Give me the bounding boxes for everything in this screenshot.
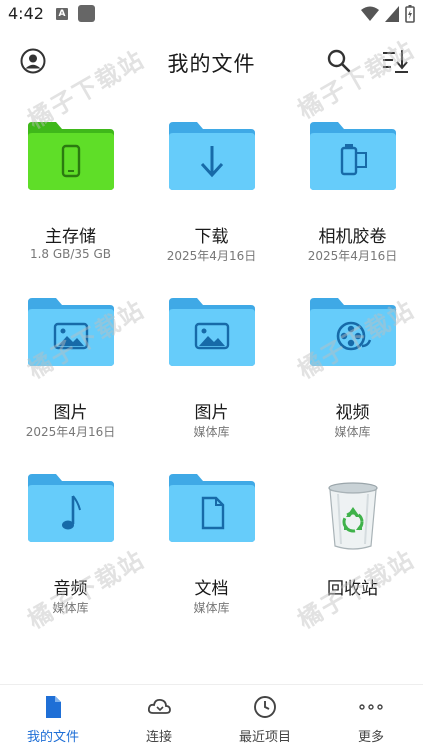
app-bar: 我的文件 bbox=[0, 40, 423, 84]
cloud-icon bbox=[147, 698, 171, 714]
tile-subtitle: 媒体库 bbox=[193, 601, 230, 615]
tile-label: 下载 bbox=[194, 227, 229, 247]
nav-my-files[interactable]: 我的文件 bbox=[0, 685, 106, 752]
video-folder-icon bbox=[310, 298, 396, 366]
tile-subtitle: 2025年4月16日 bbox=[166, 249, 257, 263]
tile-downloads[interactable]: 下载 2025年4月16日 bbox=[141, 120, 282, 280]
tile-label: 主存储 bbox=[45, 227, 96, 247]
tile-subtitle: 2025年4月16日 bbox=[307, 249, 398, 263]
nav-label: 更多 bbox=[357, 730, 384, 745]
tile-subtitle: 媒体库 bbox=[334, 425, 371, 439]
tile-label: 回收站 bbox=[327, 579, 378, 599]
tile-pictures-library[interactable]: 图片 媒体库 bbox=[141, 296, 282, 456]
bottom-nav: 我的文件 连接 最近项目 更多 bbox=[0, 684, 423, 752]
document-folder-icon bbox=[169, 474, 255, 542]
tile-subtitle: 1.8 GB/35 GB bbox=[29, 247, 112, 261]
page-title: 我的文件 bbox=[167, 52, 256, 76]
camera-roll-folder-icon bbox=[310, 122, 396, 190]
download-folder-icon bbox=[169, 122, 255, 190]
signal-icon bbox=[385, 6, 399, 22]
nav-label: 我的文件 bbox=[26, 730, 79, 745]
sort-icon[interactable] bbox=[381, 48, 409, 74]
tile-pictures[interactable]: 图片 2025年4月16日 bbox=[0, 296, 141, 456]
tile-audio[interactable]: 音频 媒体库 bbox=[0, 472, 141, 632]
tile-label: 视频 bbox=[335, 403, 370, 423]
notification-a-icon: A bbox=[56, 8, 68, 20]
status-icons bbox=[361, 5, 415, 23]
nav-recent[interactable]: 最近项目 bbox=[212, 685, 318, 752]
nav-label: 最近项目 bbox=[238, 730, 291, 745]
nav-label: 连接 bbox=[145, 730, 172, 745]
tile-label: 音频 bbox=[53, 579, 88, 599]
tile-subtitle: 媒体库 bbox=[52, 601, 89, 615]
image-folder-icon bbox=[28, 298, 114, 366]
battery-icon bbox=[405, 5, 415, 23]
nav-more[interactable]: 更多 bbox=[318, 685, 423, 752]
phone-folder-icon bbox=[28, 122, 114, 190]
tile-subtitle: 媒体库 bbox=[193, 425, 230, 439]
tile-recycle-bin[interactable]: 回收站 bbox=[282, 472, 423, 632]
tile-videos[interactable]: 视频 媒体库 bbox=[282, 296, 423, 456]
image-folder-icon bbox=[169, 298, 255, 366]
wifi-icon bbox=[361, 6, 379, 21]
clock-icon bbox=[254, 696, 276, 718]
tile-main-storage[interactable]: 主存储 1.8 GB/35 GB bbox=[0, 120, 141, 280]
tile-label: 图片 bbox=[53, 403, 88, 423]
notification-square-icon bbox=[78, 5, 95, 22]
tile-camera-roll[interactable]: 相机胶卷 2025年4月16日 bbox=[282, 120, 423, 280]
more-dots-icon bbox=[359, 704, 383, 710]
music-folder-icon bbox=[28, 474, 114, 542]
screen: 4:42 A 我的文件 主存储 1.8 GB/35 GB 下载 2025年4月1… bbox=[0, 0, 423, 752]
search-icon[interactable] bbox=[326, 48, 352, 74]
status-bar: 4:42 A bbox=[0, 0, 423, 30]
file-icon bbox=[46, 696, 61, 718]
tile-label: 相机胶卷 bbox=[318, 227, 387, 247]
tile-documents[interactable]: 文档 媒体库 bbox=[141, 472, 282, 632]
status-time: 4:42 bbox=[8, 4, 44, 23]
tile-label: 文档 bbox=[194, 579, 229, 599]
recycle-bin-icon bbox=[328, 482, 378, 550]
nav-connect[interactable]: 连接 bbox=[106, 685, 212, 752]
tile-subtitle: 2025年4月16日 bbox=[25, 425, 116, 439]
tile-label: 图片 bbox=[194, 403, 229, 423]
